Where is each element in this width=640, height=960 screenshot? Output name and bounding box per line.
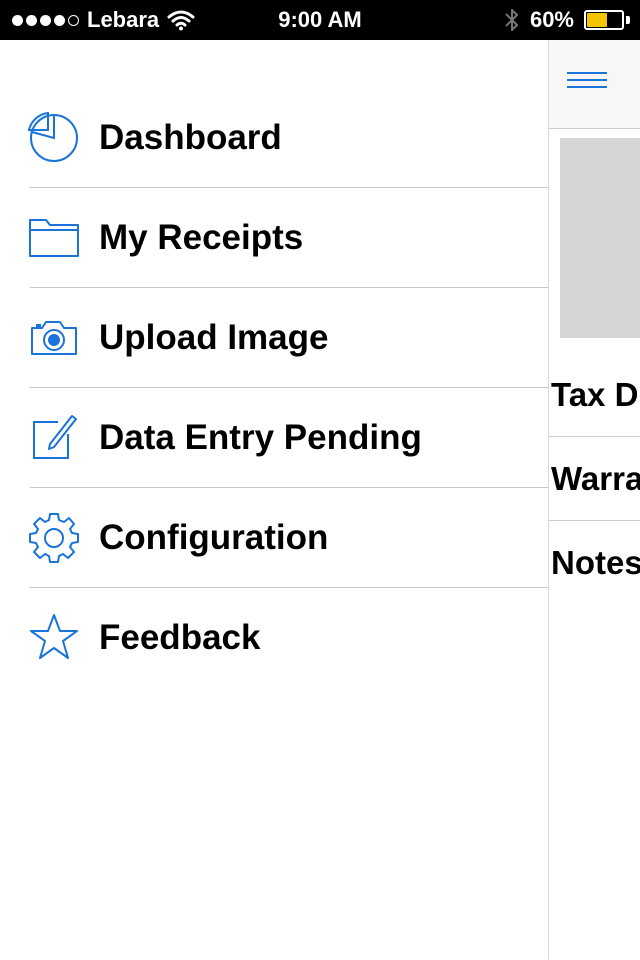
hamburger-menu-icon[interactable] <box>567 72 607 88</box>
menu-item-label: Feedback <box>99 618 261 657</box>
menu-item-dashboard[interactable]: Dashboard <box>0 88 548 188</box>
content-panel[interactable]: Tax D Warra Notes <box>548 40 640 960</box>
star-icon <box>30 614 78 659</box>
field-label: Notes <box>551 544 640 581</box>
navigation-bar <box>549 40 640 129</box>
menu-list: Dashboard My Receipts Upload Image Data … <box>0 88 548 688</box>
status-bar: Lebara 9:00 AM 60% <box>0 0 640 40</box>
field-row-tax[interactable]: Tax D <box>549 353 640 437</box>
side-menu: Dashboard My Receipts Upload Image Data … <box>0 40 548 960</box>
receipt-image-placeholder[interactable] <box>560 138 640 338</box>
field-row-warranty[interactable]: Warra <box>549 437 640 521</box>
field-label: Tax D <box>551 376 639 413</box>
menu-item-data-entry-pending[interactable]: Data Entry Pending <box>0 388 548 488</box>
battery-icon <box>584 10 630 30</box>
status-right: 60% <box>504 0 630 40</box>
battery-percent: 60% <box>529 7 574 32</box>
folder-icon <box>29 219 79 257</box>
menu-item-label: Configuration <box>99 518 329 557</box>
menu-item-configuration[interactable]: Configuration <box>0 488 548 588</box>
battery-fill <box>587 13 607 27</box>
field-label: Warra <box>551 460 640 497</box>
menu-item-feedback[interactable]: Feedback <box>0 588 548 688</box>
menu-item-label: Dashboard <box>99 118 282 157</box>
menu-item-label: Upload Image <box>99 318 329 357</box>
camera-icon <box>31 321 77 355</box>
edit-icon <box>33 415 77 459</box>
bluetooth-icon <box>505 9 518 31</box>
menu-item-label: My Receipts <box>99 218 304 257</box>
field-row-notes[interactable]: Notes <box>549 521 640 605</box>
menu-item-my-receipts[interactable]: My Receipts <box>0 188 548 288</box>
gear-icon <box>29 513 79 563</box>
pie-chart-icon <box>28 112 78 162</box>
menu-item-upload-image[interactable]: Upload Image <box>0 288 548 388</box>
menu-item-label: Data Entry Pending <box>99 418 422 457</box>
